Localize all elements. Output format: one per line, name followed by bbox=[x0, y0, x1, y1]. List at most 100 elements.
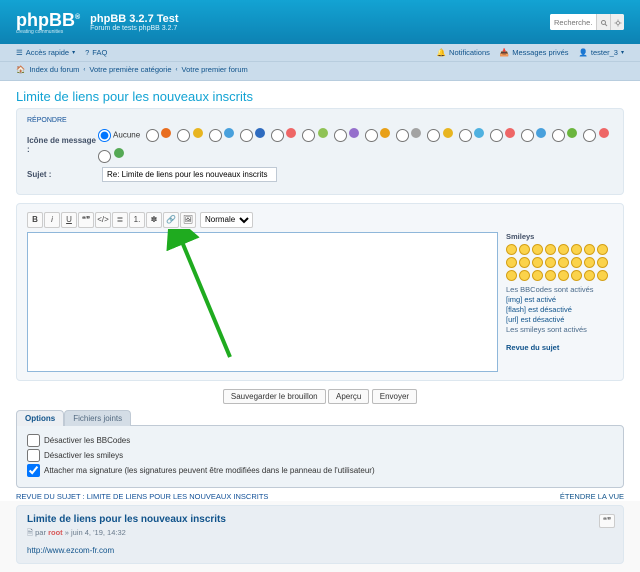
post-icon-label: Icône de message : bbox=[27, 136, 98, 154]
subject-input[interactable] bbox=[102, 167, 277, 182]
icon-option-15[interactable] bbox=[98, 148, 123, 162]
crumb-cat[interactable]: Votre première catégorie bbox=[89, 65, 171, 74]
post-title[interactable]: Limite de liens pour les nouveaux inscri… bbox=[27, 514, 613, 525]
smiley-icon[interactable] bbox=[597, 257, 608, 268]
home-icon: 🏠 bbox=[16, 65, 25, 74]
icon-option-6[interactable] bbox=[334, 128, 359, 142]
icon-option-14[interactable] bbox=[583, 128, 608, 142]
post-meta: 🗎 par root » juin 4, '19, 14:32 bbox=[27, 527, 613, 540]
smiley-icon[interactable] bbox=[597, 244, 608, 255]
smiley-icon[interactable] bbox=[558, 244, 569, 255]
bold-button[interactable]: B bbox=[27, 212, 43, 228]
smiley-icon[interactable] bbox=[571, 257, 582, 268]
icon-none[interactable]: Aucune bbox=[98, 129, 140, 142]
icon-option-3[interactable] bbox=[240, 128, 265, 142]
save-draft-button[interactable]: Sauvegarder le brouillon bbox=[223, 389, 326, 404]
smiley-icon[interactable] bbox=[597, 270, 608, 281]
user-menu[interactable]: 👤 tester_3 ▾ bbox=[579, 48, 624, 57]
opt-attach-sig[interactable]: Attacher ma signature (les signatures pe… bbox=[27, 464, 613, 477]
url-button[interactable]: 🔗 bbox=[163, 212, 179, 228]
icon-option-0[interactable] bbox=[146, 128, 171, 142]
smiley-grid bbox=[506, 244, 613, 281]
tab-attachments[interactable]: Fichiers joints bbox=[64, 410, 131, 426]
preview-button[interactable]: Aperçu bbox=[328, 389, 369, 404]
gear-icon[interactable] bbox=[610, 14, 624, 30]
icon-option-10[interactable] bbox=[459, 128, 484, 142]
notifications-link[interactable]: 🔔 Notifications bbox=[437, 48, 490, 57]
smiley-icon[interactable] bbox=[545, 244, 556, 255]
help-icon: ? bbox=[85, 48, 89, 57]
opt-disable-smileys[interactable]: Désactiver les smileys bbox=[27, 449, 613, 462]
smiley-icon[interactable] bbox=[519, 270, 530, 281]
icon-option-5[interactable] bbox=[302, 128, 327, 142]
smiley-icon[interactable] bbox=[506, 270, 517, 281]
options-panel: Désactiver les BBCodes Désactiver les sm… bbox=[16, 425, 624, 488]
bbcode-toolbar: B i U ❝❞ </> ≣ 1. ✽ 🔗 🖼 Normale bbox=[27, 212, 613, 228]
icon-option-8[interactable] bbox=[396, 128, 421, 142]
submit-row: Sauvegarder le brouillon Aperçu Envoyer bbox=[16, 389, 624, 404]
smiley-icon[interactable] bbox=[532, 257, 543, 268]
post-body-link[interactable]: http://www.ezcom-fr.com bbox=[27, 546, 114, 555]
smiley-icon[interactable] bbox=[558, 270, 569, 281]
list-button[interactable]: ≣ bbox=[112, 212, 128, 228]
smiley-icon[interactable] bbox=[584, 270, 595, 281]
tab-options[interactable]: Options bbox=[16, 410, 64, 426]
faq-link[interactable]: ? FAQ bbox=[85, 48, 107, 57]
post-author[interactable]: root bbox=[48, 528, 63, 537]
search-input[interactable] bbox=[550, 14, 596, 30]
smiley-icon[interactable] bbox=[506, 244, 517, 255]
font-size-select[interactable]: Normale bbox=[200, 212, 253, 228]
icon-option-9[interactable] bbox=[427, 128, 452, 142]
smiley-icon[interactable] bbox=[571, 244, 582, 255]
expand-review[interactable]: ÉTENDRE LA VUE bbox=[560, 492, 624, 501]
quick-links[interactable]: ☰ Accès rapide ▾ bbox=[16, 48, 75, 57]
header-search bbox=[550, 14, 624, 30]
icon-option-13[interactable] bbox=[552, 128, 577, 142]
smiley-icon[interactable] bbox=[558, 257, 569, 268]
logo[interactable]: phpBB® creating communities bbox=[16, 10, 80, 35]
smiley-icon[interactable] bbox=[532, 270, 543, 281]
smiley-icon[interactable] bbox=[584, 257, 595, 268]
opt-disable-bbcode[interactable]: Désactiver les BBCodes bbox=[27, 434, 613, 447]
smiley-icon[interactable] bbox=[571, 270, 582, 281]
crumb-forum[interactable]: Votre premier forum bbox=[182, 65, 248, 74]
icon-option-4[interactable] bbox=[271, 128, 296, 142]
topic-review-link[interactable]: Revue du sujet bbox=[506, 343, 613, 352]
smiley-icon[interactable] bbox=[506, 257, 517, 268]
inbox-icon: 📥 bbox=[500, 48, 509, 57]
bell-icon: 🔔 bbox=[437, 48, 446, 57]
message-textarea[interactable] bbox=[27, 232, 498, 372]
page-title: Limite de liens pour les nouveaux inscri… bbox=[16, 89, 624, 104]
smileys-heading: Smileys bbox=[506, 232, 613, 241]
icon-option-12[interactable] bbox=[521, 128, 546, 142]
smiley-icon[interactable] bbox=[545, 270, 556, 281]
submit-button[interactable]: Envoyer bbox=[372, 389, 417, 404]
smiley-icon[interactable] bbox=[519, 244, 530, 255]
topic-review-bar: REVUE DU SUJET : LIMITE DE LIENS POUR LE… bbox=[16, 488, 624, 505]
olist-button[interactable]: 1. bbox=[129, 212, 145, 228]
quote-button[interactable]: ❝❞ bbox=[78, 212, 94, 228]
search-icon[interactable] bbox=[596, 14, 610, 30]
smiley-icon[interactable] bbox=[519, 257, 530, 268]
underline-button[interactable]: U bbox=[61, 212, 77, 228]
review-post: Limite de liens pour les nouveaux inscri… bbox=[16, 505, 624, 564]
italic-button[interactable]: i bbox=[44, 212, 60, 228]
code-button[interactable]: </> bbox=[95, 212, 111, 228]
icon-option-7[interactable] bbox=[365, 128, 390, 142]
pm-link[interactable]: 📥 Messages privés bbox=[500, 48, 569, 57]
icon-option-11[interactable] bbox=[490, 128, 515, 142]
crumb-home[interactable]: Index du forum bbox=[29, 65, 79, 74]
site-title[interactable]: phpBB 3.2.7 Test bbox=[90, 13, 178, 25]
listitem-button[interactable]: ✽ bbox=[146, 212, 162, 228]
smiley-icon[interactable] bbox=[532, 244, 543, 255]
options-tabs: Options Fichiers joints bbox=[16, 410, 624, 426]
breadcrumb: 🏠 Index du forum ‹ Votre première catégo… bbox=[0, 62, 640, 81]
smiley-icon[interactable] bbox=[584, 244, 595, 255]
post-icon-options: Aucune bbox=[98, 128, 613, 163]
img-button[interactable]: 🖼 bbox=[180, 212, 196, 228]
icon-option-1[interactable] bbox=[177, 128, 202, 142]
quote-post-button[interactable]: ❝❞ bbox=[599, 514, 615, 528]
icon-option-2[interactable] bbox=[209, 128, 234, 142]
subject-label: Sujet : bbox=[27, 170, 102, 179]
smiley-icon[interactable] bbox=[545, 257, 556, 268]
